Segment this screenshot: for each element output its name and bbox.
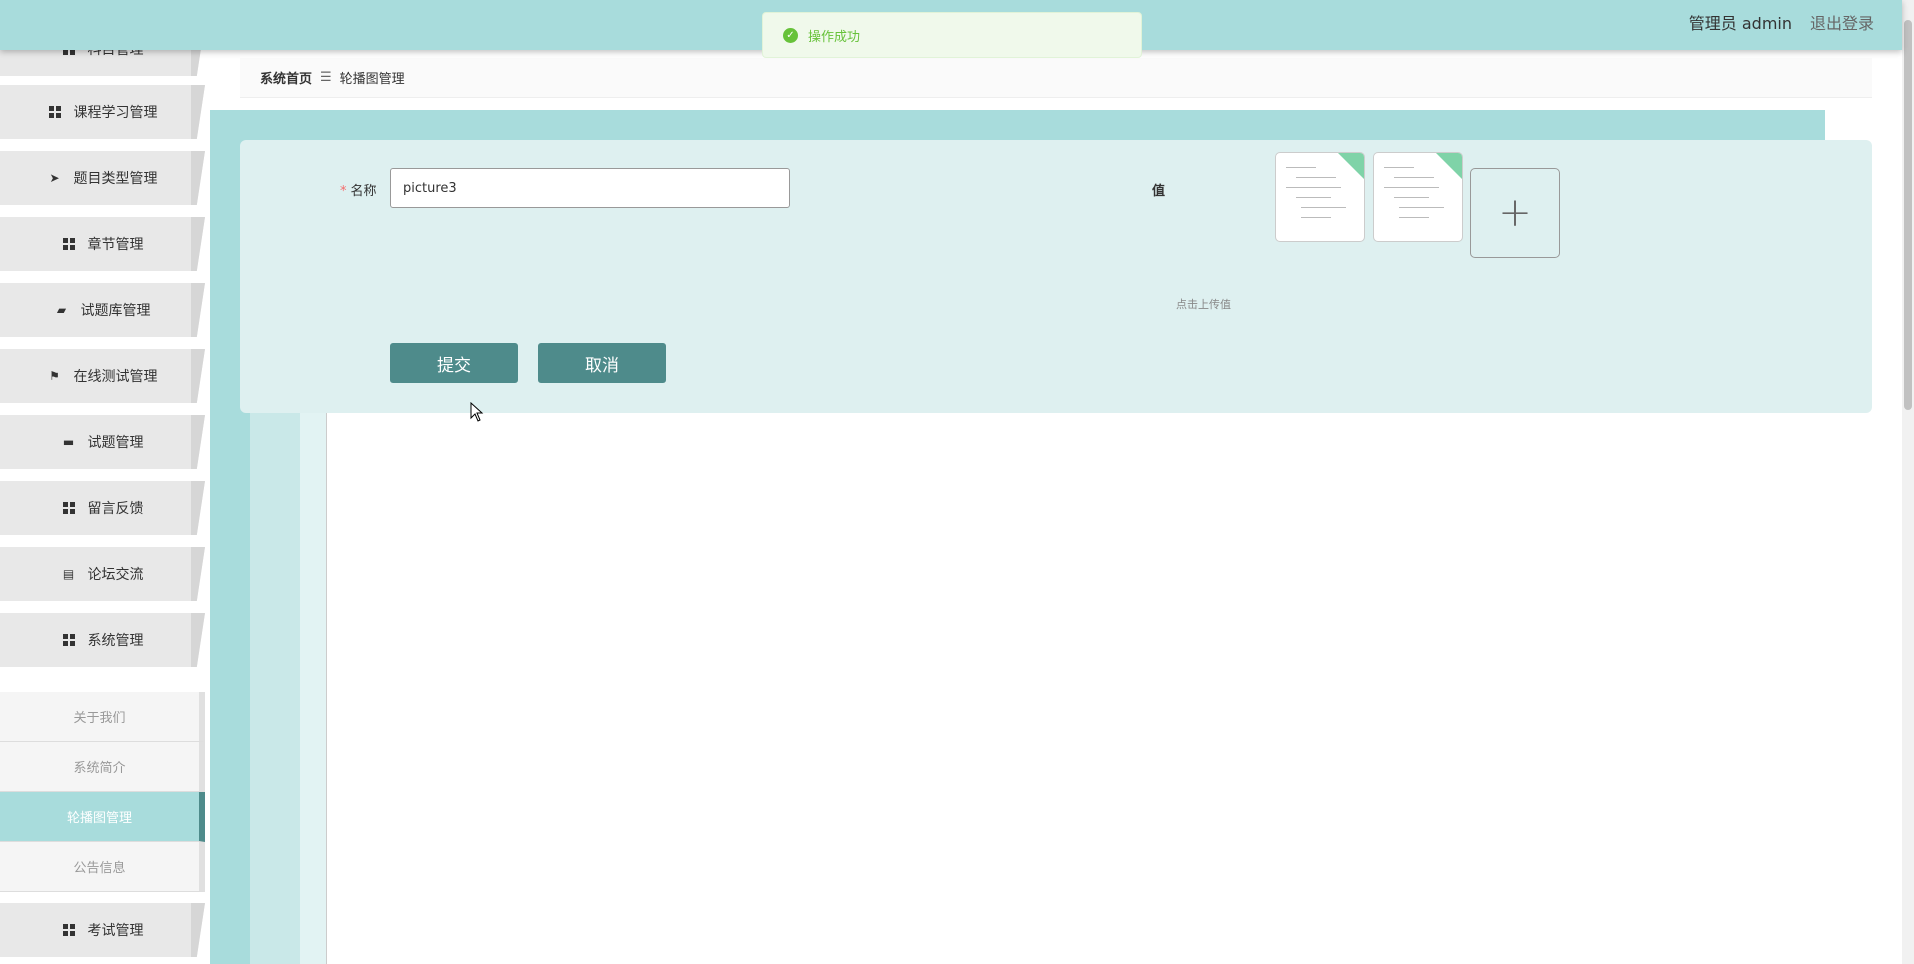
breadcrumb-current: 轮播图管理: [339, 72, 405, 87]
sidebar-item-chapters[interactable]: 章节管理: [0, 217, 205, 271]
ticket-icon: ▰: [56, 303, 67, 317]
thumbnail-line: [1296, 177, 1336, 178]
breadcrumb-separator-icon: ☰: [320, 70, 332, 85]
thumbnail-line: [1384, 167, 1414, 168]
thumbnail-corner-mark: [1338, 153, 1364, 179]
submenu-item-carousel[interactable]: 轮播图管理: [0, 792, 205, 842]
submenu-item-about[interactable]: 关于我们: [0, 692, 205, 742]
required-mark: *: [340, 184, 347, 199]
upload-hint: 点击上传值: [1176, 298, 1231, 311]
thumbnail-line: [1296, 197, 1331, 198]
thumbnail-line: [1286, 187, 1341, 188]
grid-icon: [48, 105, 62, 119]
thumbnail-line: [1394, 177, 1434, 178]
cancel-button[interactable]: 取消: [538, 343, 666, 383]
toast-message: 操作成功: [808, 29, 861, 45]
logout-link[interactable]: 退出登录: [1810, 10, 1874, 34]
grid-icon: [62, 923, 76, 937]
breadcrumb-home[interactable]: 系统首页: [260, 68, 312, 87]
content-gap: [1826, 110, 1902, 140]
submenu-item-notice[interactable]: 公告信息: [0, 842, 205, 892]
grid-icon: [62, 501, 76, 515]
upload-button[interactable]: +: [1470, 168, 1560, 258]
thumbnail-line: [1301, 207, 1346, 208]
uploaded-image-thumbnail[interactable]: [1373, 152, 1463, 242]
breadcrumb: 系统首页 ☰ 轮播图管理: [240, 58, 1872, 98]
thumbnail-line: [1286, 167, 1316, 168]
thumbnail-corner-mark: [1436, 153, 1462, 179]
sidebar-item-exam[interactable]: 考试管理: [0, 903, 205, 957]
clipboard-icon: ▤: [62, 567, 75, 581]
monitor-icon: ▬: [62, 435, 75, 449]
thumbnail-line: [1399, 207, 1444, 208]
user-label: 管理员 admin: [1688, 14, 1792, 33]
value-label: 值: [1152, 184, 1166, 199]
thumbnail-line: [1301, 217, 1331, 218]
sidebar-item-question-bank[interactable]: ▰ 试题库管理: [0, 283, 205, 337]
sidebar-item-course-study[interactable]: 课程学习管理: [0, 85, 205, 139]
uploaded-image-thumbnail[interactable]: [1275, 152, 1365, 242]
sidebar: 科目管理 课程学习管理 ➤ 题目类型管理 章节管理 ▰ 试题库管理 ⚑ 在线测试…: [0, 50, 210, 964]
sidebar-item-online-test[interactable]: ⚑ 在线测试管理: [0, 349, 205, 403]
grid-icon: [62, 633, 76, 647]
edit-form: *名称 值 + 点击上传值 提交 取消: [240, 140, 1872, 413]
thumbnail-line: [1399, 217, 1429, 218]
grid-icon: [62, 237, 76, 251]
success-toast: ✓ 操作成功: [762, 12, 1142, 58]
thumbnail-line: [1384, 187, 1439, 188]
sidebar-item-subjects[interactable]: 科目管理: [0, 50, 205, 76]
grid-icon: [62, 50, 76, 56]
plus-icon: +: [1498, 190, 1532, 236]
sidebar-item-question-types[interactable]: ➤ 题目类型管理: [0, 151, 205, 205]
scrollbar-thumb[interactable]: [1904, 20, 1912, 410]
name-label: * 名称: [340, 184, 377, 199]
sidebar-item-questions[interactable]: ▬ 试题管理: [0, 415, 205, 469]
vertical-scrollbar[interactable]: [1902, 0, 1914, 964]
mouse-cursor-icon: [470, 402, 484, 422]
check-circle-icon: ✓: [783, 27, 798, 43]
sidebar-item-forum[interactable]: ▤ 论坛交流: [0, 547, 205, 601]
submit-button[interactable]: 提交: [390, 343, 518, 383]
flag-icon: ⚑: [49, 369, 60, 383]
system-submenu: 关于我们 系统简介 轮播图管理 公告信息: [0, 692, 205, 892]
thumbnail-line: [1394, 197, 1429, 198]
submenu-item-intro[interactable]: 系统简介: [0, 742, 205, 792]
paper-plane-icon: ➤: [49, 171, 60, 185]
name-input[interactable]: [390, 168, 790, 208]
sidebar-item-system[interactable]: 系统管理: [0, 613, 205, 667]
sidebar-item-feedback[interactable]: 留言反馈: [0, 481, 205, 535]
